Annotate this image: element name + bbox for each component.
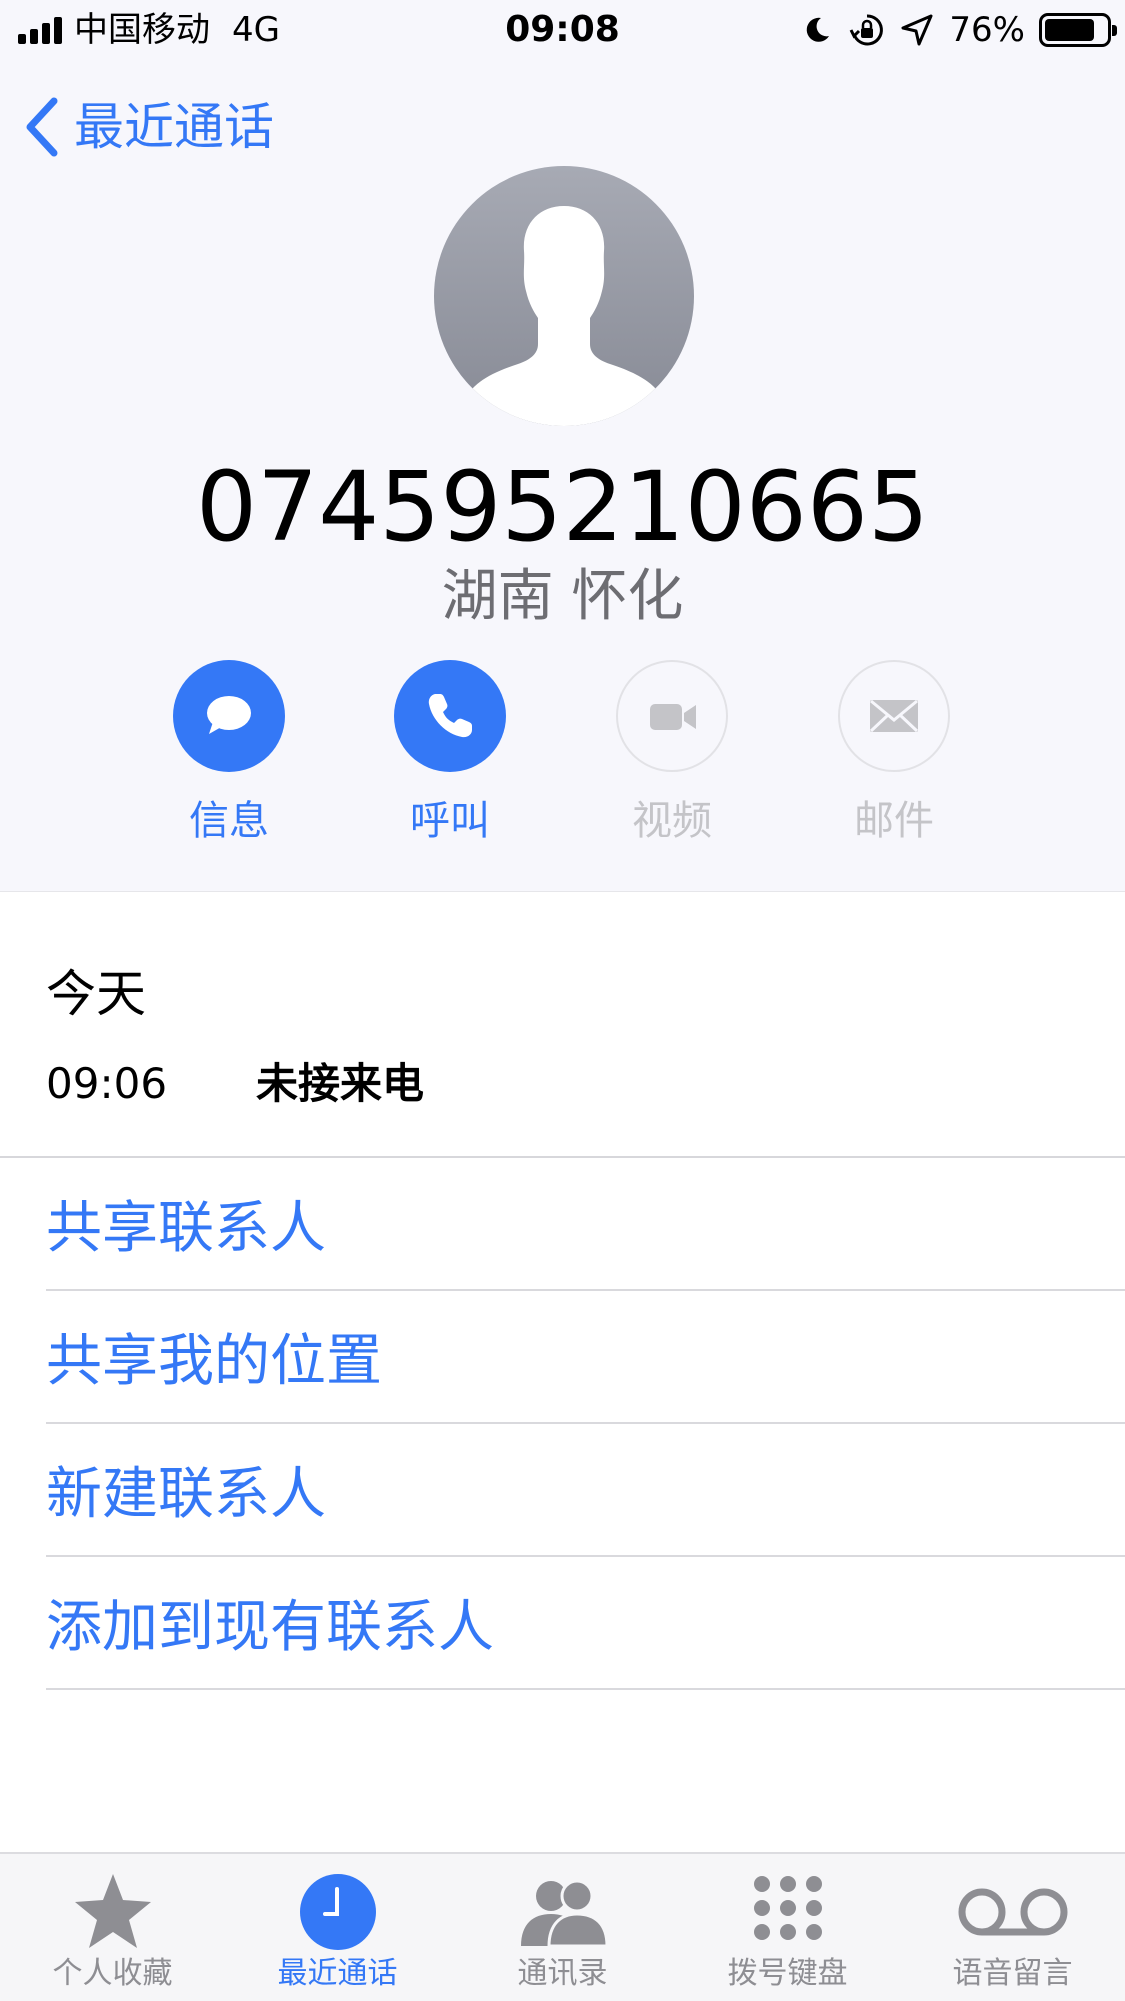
video-action-label: 视频 [632,798,712,844]
orientation-lock-icon [850,14,884,46]
avatar [434,166,694,426]
caller-location: 湖南 怀化 [441,564,684,629]
mail-action-label: 邮件 [854,798,934,844]
tab-bar: 个人收藏 最近通话 通讯录 拨号键盘 语音留言 [0,1852,1125,2001]
tab-keypad-label: 拨号键盘 [727,1956,848,1991]
moon-icon [807,17,830,42]
back-label: 最近通话 [74,98,274,156]
person-silhouette-icon [468,206,660,426]
status-bar: 中国移动 4G 09:08 76% [0,0,1125,62]
tab-favorites[interactable]: 个人收藏 [0,1854,225,2001]
chevron-left-icon [26,97,58,157]
battery-icon [1039,13,1117,47]
tab-favorites-label: 个人收藏 [52,1956,173,1991]
contact-actions: 信息 呼叫 视频 邮件 [0,660,1125,860]
tab-contacts-label: 通讯录 [517,1956,608,1991]
clock-icon [299,1874,376,1950]
history-date: 今天 [46,965,146,1023]
message-action-button[interactable]: 信息 [139,660,319,860]
share-my-location-option[interactable]: 共享我的位置 [46,1291,1125,1424]
video-icon [650,704,696,730]
mail-action-button[interactable]: 邮件 [804,660,984,860]
tab-keypad[interactable]: 拨号键盘 [675,1854,900,2001]
star-icon [74,1874,151,1948]
back-button[interactable]: 最近通话 [20,92,274,162]
history-entry: 09:06 未接来电 [46,1054,424,1114]
call-action-button[interactable]: 呼叫 [360,660,540,860]
call-detail-screen: 中国移动 4G 09:08 76% 最近通话 074595210665 湖南 怀… [0,0,1125,2001]
tab-contacts[interactable]: 通讯录 [450,1854,675,2001]
history-call-type: 未接来电 [256,1059,425,1108]
voicemail-icon [958,1888,1067,1936]
video-action-button[interactable]: 视频 [582,660,762,860]
phone-icon [428,694,472,738]
tab-voicemail[interactable]: 语音留言 [900,1854,1125,2001]
contacts-icon [520,1879,609,1948]
message-icon [207,696,251,734]
status-right: 76% [799,10,1117,50]
location-arrow-icon [901,14,933,46]
keypad-icon [753,1876,822,1940]
history-time: 09:06 [46,1059,168,1108]
call-action-label: 呼叫 [410,798,490,844]
contact-options-list: 共享联系人 共享我的位置 新建联系人 添加到现有联系人 [46,1158,1125,1690]
share-contact-option[interactable]: 共享联系人 [46,1158,1125,1291]
mail-icon [869,699,919,733]
add-to-existing-contact-option[interactable]: 添加到现有联系人 [46,1557,1125,1690]
phone-number: 074595210665 [196,451,929,563]
tab-voicemail-label: 语音留言 [952,1956,1073,1991]
battery-percent: 76% [949,10,1025,50]
create-new-contact-option[interactable]: 新建联系人 [46,1424,1125,1557]
message-action-label: 信息 [189,798,269,844]
tab-recents[interactable]: 最近通话 [225,1854,450,2001]
tab-recents-label: 最近通话 [277,1956,398,1991]
